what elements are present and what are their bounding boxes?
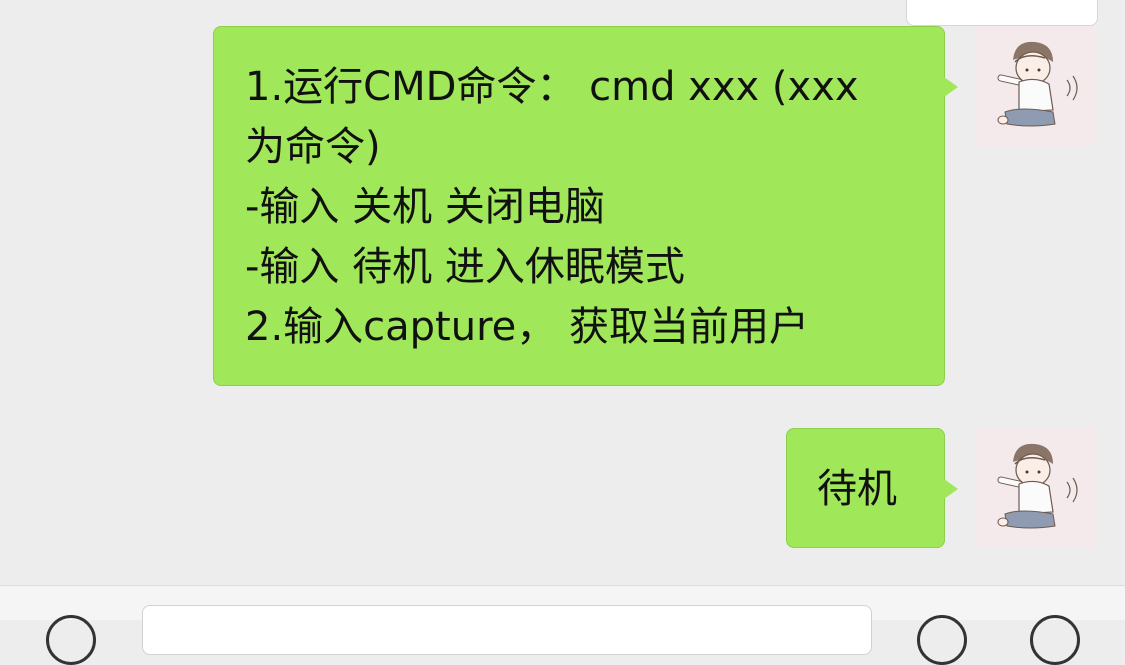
user-avatar-icon[interactable] — [975, 428, 1095, 548]
user-avatar-icon[interactable] — [975, 26, 1095, 146]
message-bubble-1[interactable]: 1.运行CMD命令： cmd xxx (xxx 为命令) -输入 关机 关闭电脑… — [213, 26, 958, 386]
message-line: 为命令) — [245, 124, 381, 170]
voice-input-button[interactable] — [46, 615, 96, 665]
popup-menu-card — [906, 0, 1098, 26]
message-bubble-2[interactable]: 待机 — [786, 428, 958, 548]
message-line: 2.输入capture， 获取当前用户 — [245, 304, 809, 350]
message-line: -输入 关机 关闭电脑 — [245, 184, 605, 230]
message-text: 待机 — [817, 466, 897, 512]
emoji-button[interactable] — [917, 615, 967, 665]
more-actions-button[interactable] — [1030, 615, 1080, 665]
message-line: -输入 待机 进入休眠模式 — [245, 244, 685, 290]
message-line: 1.运行CMD命令： cmd xxx (xxx — [245, 64, 859, 110]
message-input[interactable] — [142, 605, 872, 655]
